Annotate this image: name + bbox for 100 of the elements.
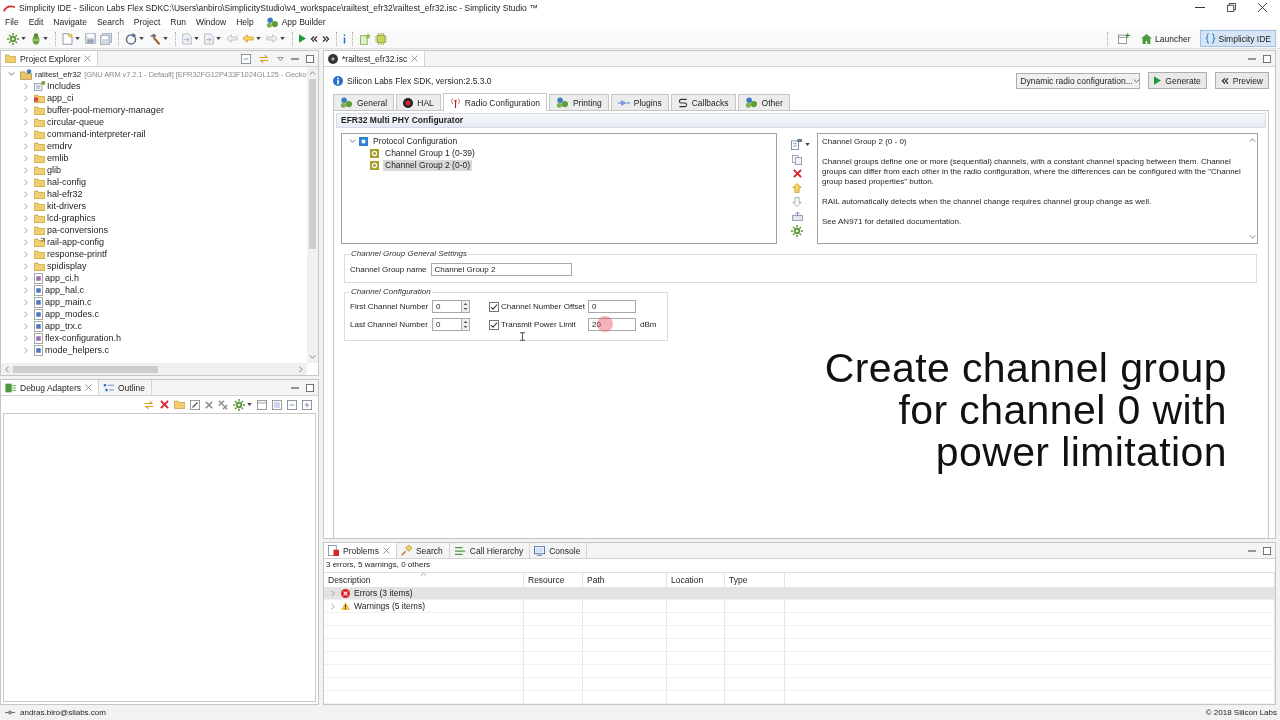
sync-arrows-icon[interactable] (258, 52, 270, 65)
menu-item[interactable]: Search (91, 15, 129, 29)
caret-icon[interactable] (216, 37, 221, 40)
number-field[interactable]: 0 (432, 300, 461, 313)
scrollbar-thumb[interactable] (309, 79, 316, 249)
caret-icon[interactable] (280, 37, 285, 40)
menu-item[interactable]: Run (165, 15, 191, 29)
gear-icon[interactable] (791, 225, 803, 237)
tree-item[interactable]: Channel Group 1 (0-39) (383, 147, 477, 159)
sync-arrows-icon[interactable] (143, 398, 155, 411)
tree-item[interactable]: railtest_efr32 (35, 69, 82, 79)
caret-icon[interactable] (256, 37, 261, 40)
expand-all-icon[interactable] (302, 399, 312, 410)
view-tab[interactable]: Problems (324, 543, 397, 558)
scroll-down-icon[interactable] (1248, 235, 1256, 239)
editor-page-tab[interactable]: General (333, 94, 395, 110)
spin-arrows-icon[interactable] (461, 300, 470, 313)
minimize-icon[interactable] (1248, 57, 1256, 60)
scroll-right-icon[interactable] (299, 365, 303, 373)
delete-icon[interactable] (792, 169, 802, 178)
configuration-dropdown[interactable]: Dynamic radio configuration... (1016, 72, 1141, 89)
view-tab[interactable]: Debug Adapters (1, 380, 99, 395)
scroll-up-icon[interactable] (309, 71, 316, 75)
scroll-left-icon[interactable] (5, 365, 9, 373)
copy-icon[interactable] (792, 154, 802, 165)
minimize-icon[interactable] (291, 57, 299, 60)
horizontal-scrollbar[interactable] (1, 363, 307, 375)
play-icon[interactable] (299, 34, 306, 43)
new-item-icon[interactable] (791, 139, 802, 150)
editor-tab[interactable]: *railtest_efr32.isc (324, 51, 426, 66)
text-field[interactable]: Channel Group 2 (430, 263, 572, 276)
tree-item[interactable]: Includes (47, 81, 81, 91)
bug-icon[interactable] (31, 32, 41, 45)
tree-item[interactable]: circular-queue (47, 117, 105, 127)
minimize-icon[interactable] (291, 386, 299, 389)
checkbox[interactable] (489, 319, 499, 330)
menu-item[interactable]: Help (231, 15, 259, 29)
tree-item[interactable]: app_main.c (45, 297, 92, 307)
edit-icon[interactable] (190, 399, 200, 410)
double-chevron-right-icon[interactable] (322, 35, 330, 42)
tree-item[interactable]: Channel Group 2 (0-0) (383, 159, 473, 171)
down-arrow-icon[interactable] (792, 197, 802, 207)
tree-item[interactable]: response-printf (47, 249, 108, 259)
spin-arrows-icon[interactable] (461, 318, 470, 331)
caret-icon[interactable] (247, 403, 252, 406)
checkbox[interactable] (489, 301, 499, 312)
menu-item[interactable]: File (0, 15, 24, 29)
delete-icon[interactable] (160, 400, 169, 409)
tree-item[interactable]: kit-drivers (47, 201, 86, 211)
remove-all-icon[interactable] (218, 399, 228, 410)
view-menu-icon[interactable] (277, 56, 284, 61)
tree-item[interactable]: spidisplay (47, 261, 87, 271)
tree-item[interactable]: Protocol Configuration (371, 135, 460, 147)
tree-item[interactable]: buffer-pool-memory-manager (47, 105, 164, 115)
editor-page-tab[interactable]: Radio Configuration (442, 93, 547, 111)
view-tab[interactable]: Search (396, 543, 450, 558)
menu-item[interactable]: Window (190, 15, 232, 29)
menu-item[interactable]: App Builder (260, 15, 331, 29)
view-tab[interactable]: Call Hierarchy (449, 543, 531, 558)
menu-item[interactable]: Navigate (48, 15, 92, 29)
tree-item[interactable]: app_ci (47, 93, 74, 103)
tree-item[interactable]: pa-conversions (47, 225, 109, 235)
tree-item[interactable]: emlib (47, 153, 69, 163)
editor-page-tab[interactable]: HAL (396, 94, 441, 110)
tree-item[interactable]: flex-configuration.h (45, 333, 122, 343)
perspective-button[interactable]: Simplicity IDE (1199, 30, 1276, 47)
info-icon[interactable] (343, 33, 346, 44)
scrollbar-thumb[interactable] (13, 365, 158, 373)
caret-icon[interactable] (75, 37, 80, 40)
tree-item[interactable]: hal-efr32 (47, 189, 83, 199)
chip-icon[interactable] (375, 32, 387, 45)
refresh-icon[interactable] (125, 32, 137, 45)
maximize-icon[interactable] (306, 383, 314, 392)
vertical-scrollbar[interactable] (307, 67, 318, 363)
view-tab[interactable]: Outline (98, 380, 152, 395)
tree-item[interactable]: app_trx.c (45, 321, 83, 331)
window-icon[interactable] (257, 399, 267, 410)
tree-item[interactable]: command-interpreter-rail (47, 129, 146, 139)
monitor-icon[interactable] (272, 399, 282, 410)
editor-page-tab[interactable]: Other (737, 94, 790, 110)
preview-button[interactable]: Preview (1214, 72, 1269, 89)
tree-item[interactable]: lcd-graphics (47, 213, 96, 223)
scroll-up-icon[interactable] (1248, 138, 1256, 142)
folder-icon[interactable] (174, 400, 185, 409)
open-perspective-icon[interactable] (1118, 33, 1131, 44)
tree-item[interactable]: app_hal.c (45, 285, 85, 295)
table-row[interactable]: Errors (3 items) (324, 587, 1275, 600)
tree-item[interactable]: mode_helpers.c (45, 345, 110, 355)
menu-item[interactable]: Edit (23, 15, 49, 29)
tree-item[interactable]: rail-app-config (47, 237, 105, 247)
menu-item[interactable]: Project (128, 15, 166, 29)
caret-icon[interactable] (139, 37, 144, 40)
save-all-icon[interactable] (100, 32, 112, 45)
editor-page-tab[interactable]: Plugins (610, 94, 669, 110)
table-row[interactable]: Warnings (5 items) (324, 600, 1275, 613)
editor-page-tab[interactable]: Callbacks (670, 94, 736, 110)
maximize-icon[interactable] (306, 54, 314, 63)
scroll-down-icon[interactable] (309, 355, 316, 359)
perspective-button[interactable]: Launcher (1136, 30, 1196, 47)
caret-icon[interactable] (163, 37, 168, 40)
